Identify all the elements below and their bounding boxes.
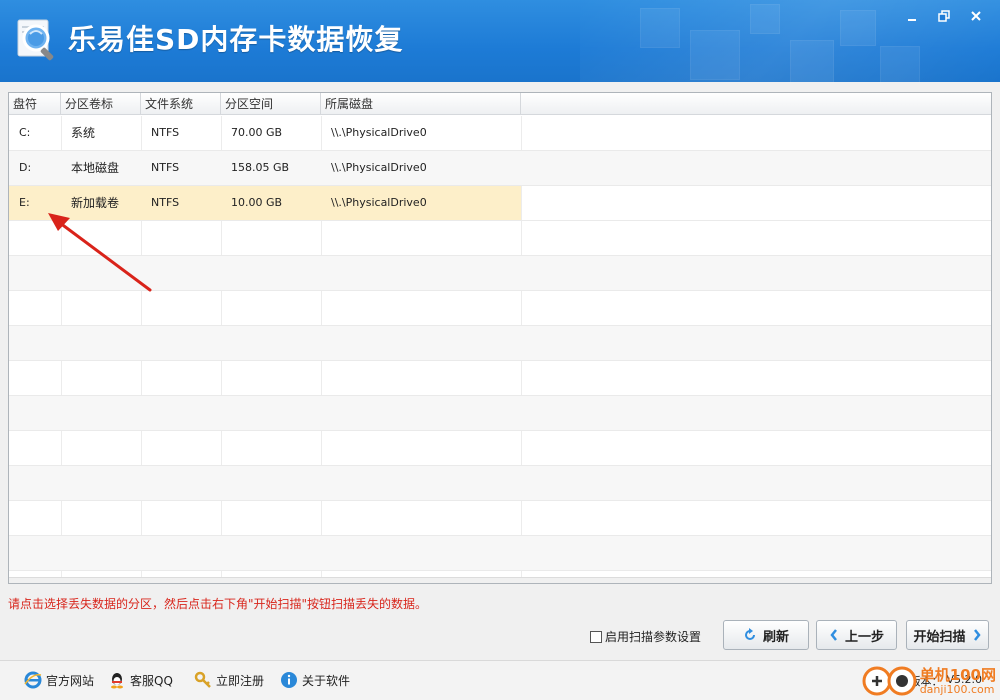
- about-software-label: 关于软件: [302, 673, 351, 688]
- hint-text: 请点击选择丢失数据的分区，然后点击右下角"开始扫描"按钮扫描丢失的数据。: [8, 597, 428, 611]
- watermark-text: 单机100网: [919, 665, 996, 684]
- prev-step-label: 上一步: [844, 629, 884, 645]
- register-now-label: 立即注册: [216, 673, 265, 688]
- table-row-empty: [9, 536, 991, 571]
- table-row[interactable]: D: 本地磁盘 NTFS 158.05 GB \\.\PhysicalDrive…: [9, 151, 991, 186]
- table-row-empty: [9, 466, 991, 501]
- window-controls: [896, 4, 992, 28]
- column-disk[interactable]: 所属磁盘: [321, 93, 521, 115]
- table-row-empty: [9, 501, 991, 536]
- table-row[interactable]: C: 系统 NTFS 70.00 GB \\.\PhysicalDrive0: [9, 116, 991, 151]
- start-scan-button[interactable]: 开始扫描: [906, 620, 989, 650]
- column-filesystem[interactable]: 文件系统: [141, 93, 221, 115]
- table-row-empty: [9, 326, 991, 361]
- table-row-empty: [9, 396, 991, 431]
- register-now-link[interactable]: 立即注册: [194, 671, 264, 689]
- cell-disk: \\.\PhysicalDrive0: [331, 161, 427, 174]
- scan-params-label: 启用扫描参数设置: [605, 630, 702, 644]
- cell-size: 10.00 GB: [221, 186, 321, 220]
- partition-table: 盘符 分区卷标 文件系统 分区空间 所属磁盘 C: 系统 NTFS 70.00 …: [8, 92, 992, 584]
- cell-size: 70.00 GB: [231, 126, 283, 139]
- customer-service-qq-label: 客服QQ: [130, 673, 173, 688]
- cell-label: 系统: [71, 126, 96, 140]
- refresh-icon: [745, 628, 755, 640]
- chevron-left-icon: [830, 629, 837, 641]
- app-title: 乐易佳SD内存卡数据恢复: [68, 23, 404, 56]
- table-row-empty: [9, 431, 991, 466]
- table-header: 盘符 分区卷标 文件系统 分区空间 所属磁盘: [9, 93, 991, 115]
- refresh-button[interactable]: 刷新: [723, 620, 809, 650]
- qq-penguin-icon: [111, 673, 123, 689]
- footer-bar: 官方网站 客服QQ 立即注册 关于软件 版本： V5.2.0: [0, 660, 1000, 700]
- watermark-logo-icon: [862, 666, 917, 696]
- close-icon: [971, 11, 981, 21]
- cell-filesystem: NTFS: [151, 126, 180, 139]
- official-website-label: 官方网站: [46, 673, 95, 688]
- column-drive[interactable]: 盘符: [9, 93, 61, 115]
- table-row-empty: [9, 361, 991, 396]
- cell-drive: C:: [19, 126, 31, 139]
- ie-icon: [24, 671, 42, 689]
- cell-drive: D:: [19, 161, 32, 174]
- watermark: 单机100网 danji100.com: [860, 664, 996, 698]
- start-scan-label: 开始扫描: [913, 629, 966, 645]
- app-logo-icon: [12, 14, 62, 64]
- minimize-icon: [908, 19, 916, 21]
- official-website-link[interactable]: 官方网站: [24, 671, 94, 689]
- refresh-label: 刷新: [762, 629, 789, 645]
- minimize-button[interactable]: [896, 4, 928, 28]
- restore-button[interactable]: [928, 4, 960, 28]
- cell-disk: \\.\PhysicalDrive0: [331, 126, 427, 139]
- title-bar: 乐易佳SD内存卡数据恢复: [0, 0, 1000, 82]
- cell-size: 158.05 GB: [231, 161, 290, 174]
- scan-params-checkbox[interactable]: 启用扫描参数设置: [590, 628, 701, 645]
- restore-icon: [938, 10, 950, 22]
- chevron-right-icon: [973, 629, 981, 641]
- cell-label: 本地磁盘: [71, 161, 120, 175]
- column-size[interactable]: 分区空间: [221, 93, 321, 115]
- arrow-icon: [48, 213, 152, 292]
- customer-service-qq-link[interactable]: 客服QQ: [108, 671, 173, 689]
- about-software-link[interactable]: 关于软件: [280, 671, 350, 689]
- cell-filesystem: NTFS: [151, 161, 180, 174]
- info-icon: [281, 672, 297, 688]
- table-bottom-edge: [9, 577, 991, 583]
- checkbox-box[interactable]: [590, 630, 602, 643]
- key-icon: [194, 671, 211, 688]
- close-button[interactable]: [960, 4, 992, 28]
- prev-step-button[interactable]: 上一步: [816, 620, 897, 650]
- watermark-sub: danji100.com: [919, 682, 995, 696]
- cell-disk: \\.\PhysicalDrive0: [321, 186, 521, 220]
- column-label[interactable]: 分区卷标: [61, 93, 141, 115]
